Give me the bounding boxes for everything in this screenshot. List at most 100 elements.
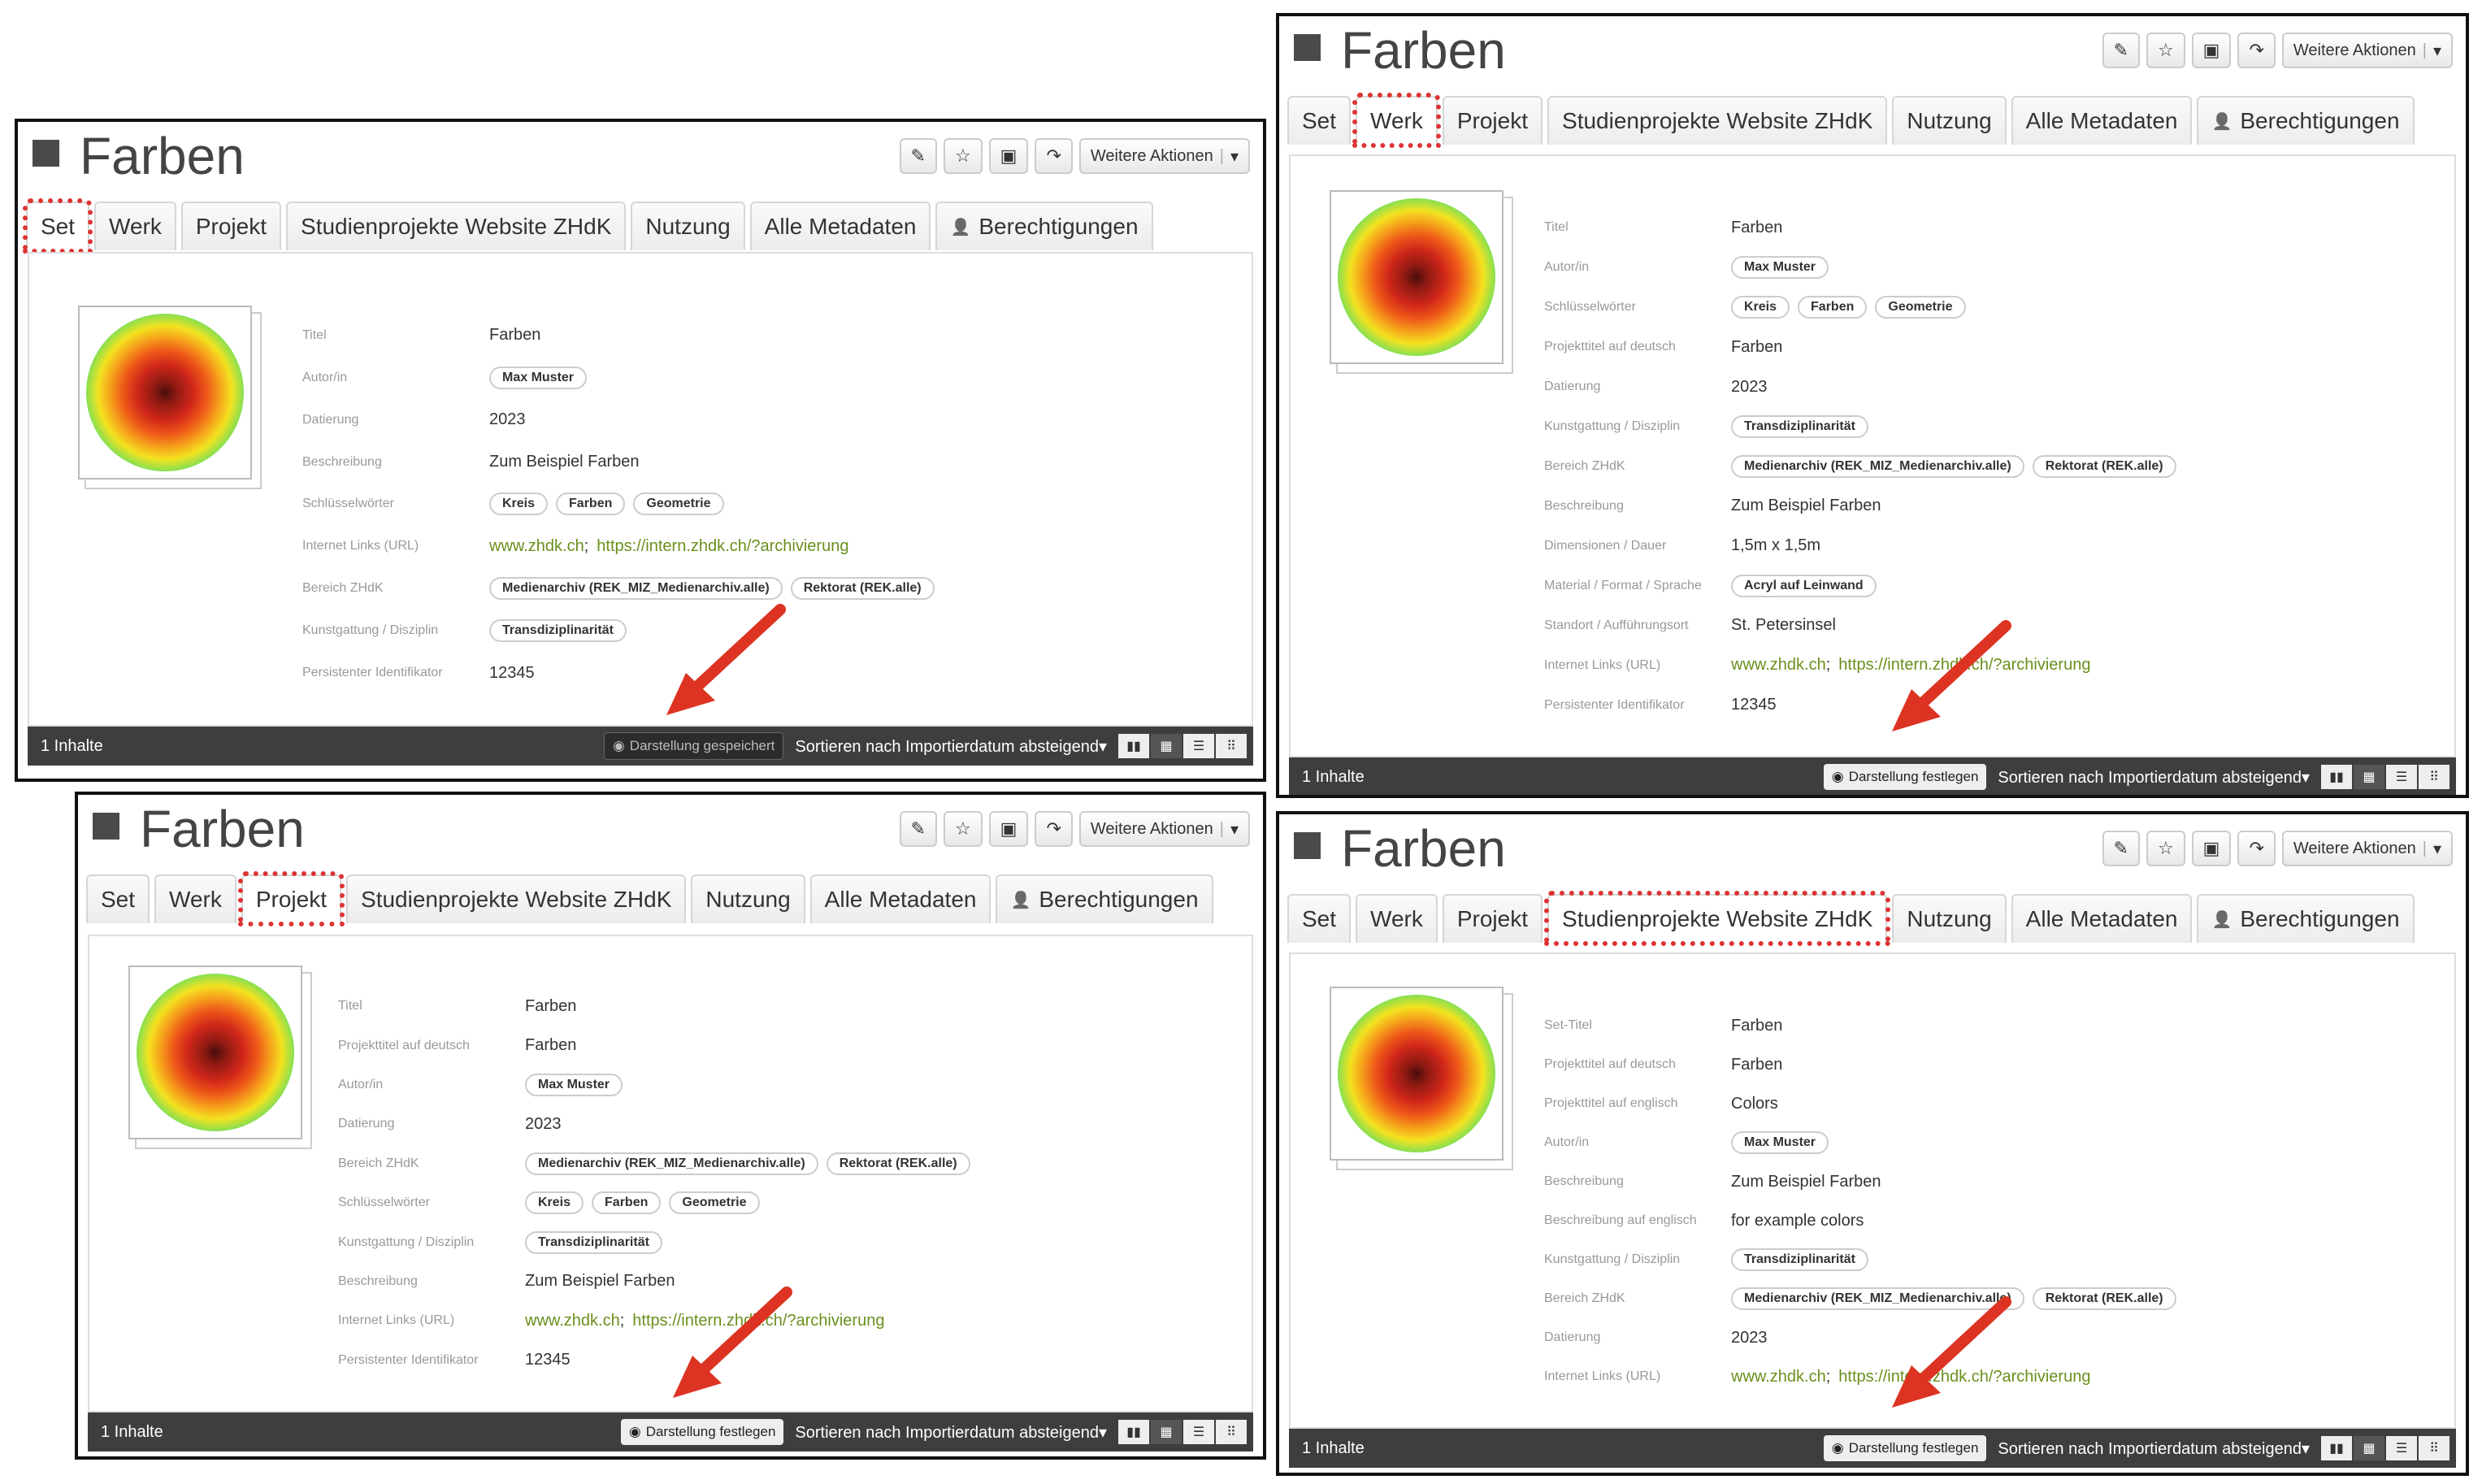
tag-pill[interactable]: Transdiziplinarität: [525, 1230, 662, 1254]
tag-pill[interactable]: Rektorat (REK.alle): [2032, 454, 2176, 478]
tab-projekt[interactable]: Projekt: [180, 202, 282, 250]
folder-button[interactable]: ▣: [2191, 831, 2232, 866]
tab-projekt[interactable]: Projekt: [237, 871, 345, 926]
list-view-button[interactable]: ☰: [2386, 1436, 2417, 1460]
more-actions-button[interactable]: Weitere Aktionen | ▾: [1078, 811, 1250, 847]
folder-button[interactable]: ▣: [988, 811, 1029, 847]
tab-werk[interactable]: Werk: [1352, 93, 1441, 148]
tag-pill[interactable]: Geometrie: [633, 492, 724, 516]
tag-pill[interactable]: Kreis: [1731, 296, 1790, 319]
set-thumbnail[interactable]: [128, 965, 312, 1149]
tag-pill[interactable]: Max Muster: [525, 1073, 623, 1096]
display-set-button[interactable]: ◉ Darstellung festlegen: [1823, 1435, 1987, 1461]
folder-button[interactable]: ▣: [988, 138, 1029, 174]
tag-pill[interactable]: Farben: [592, 1191, 662, 1215]
tab-studienprojekte[interactable]: Studienprojekte Website ZHdK: [1544, 891, 1891, 946]
more-actions-button[interactable]: Weitere Aktionen | ▾: [2281, 33, 2453, 68]
tag-pill[interactable]: Max Muster: [489, 366, 588, 389]
tag-pill[interactable]: Farben: [1798, 296, 1868, 319]
tab-projekt[interactable]: Projekt: [1442, 894, 1543, 943]
share-button[interactable]: ↷: [1035, 138, 1073, 174]
tag-pill[interactable]: Medienarchiv (REK_MIZ_Medienarchiv.alle): [489, 577, 783, 601]
tag-pill[interactable]: Transdiziplinarität: [1731, 1248, 1868, 1271]
meta-link[interactable]: www.zhdk.ch: [1731, 1368, 1826, 1386]
tiles-view-button[interactable]: ▮▮: [2321, 1436, 2352, 1460]
tiles-view-button[interactable]: ▮▮: [2321, 765, 2352, 789]
tab-berechtigungen[interactable]: 👤 Berechtigungen: [996, 874, 1213, 923]
tab-nutzung[interactable]: Nutzung: [1892, 894, 2007, 943]
tab-alle-metadaten[interactable]: Alle Metadaten: [2011, 96, 2193, 145]
display-saved-button[interactable]: ◉ Darstellung gespeichert: [603, 732, 784, 760]
tab-nutzung[interactable]: Nutzung: [1892, 96, 2007, 145]
list-view-button[interactable]: ☰: [2386, 765, 2417, 789]
star-button[interactable]: ☆: [2146, 831, 2185, 866]
display-set-button[interactable]: ◉ Darstellung festlegen: [1823, 764, 1987, 790]
tab-berechtigungen[interactable]: 👤 Berechtigungen: [2197, 894, 2415, 943]
meta-link[interactable]: www.zhdk.ch: [489, 537, 584, 556]
pencil-button[interactable]: ✎: [899, 811, 937, 847]
meta-link[interactable]: www.zhdk.ch: [1731, 656, 1826, 675]
miniature-view-button[interactable]: ⠿: [1216, 1420, 1247, 1444]
share-button[interactable]: ↷: [2237, 831, 2276, 866]
sort-dropdown[interactable]: Sortieren nach Importierdatum absteigend…: [795, 1422, 1107, 1443]
tag-pill[interactable]: Max Muster: [1731, 1131, 1829, 1154]
tag-pill[interactable]: Medienarchiv (REK_MIZ_Medienarchiv.alle): [1731, 454, 2024, 478]
tag-pill[interactable]: Transdiziplinarität: [1731, 415, 1868, 439]
tab-werk[interactable]: Werk: [94, 202, 176, 250]
share-button[interactable]: ↷: [2237, 33, 2276, 68]
tab-studienprojekte[interactable]: Studienprojekte Website ZHdK: [1547, 96, 1888, 145]
tag-pill[interactable]: Geometrie: [669, 1191, 760, 1215]
tag-pill[interactable]: Max Muster: [1731, 256, 1829, 280]
tag-pill[interactable]: Geometrie: [1875, 296, 1966, 319]
tag-pill[interactable]: Medienarchiv (REK_MIZ_Medienarchiv.alle): [525, 1152, 818, 1175]
tab-berechtigungen[interactable]: 👤 Berechtigungen: [935, 202, 1153, 250]
tag-pill[interactable]: Transdiziplinarität: [489, 619, 627, 643]
tab-nutzung[interactable]: Nutzung: [631, 202, 745, 250]
tab-alle-metadaten[interactable]: Alle Metadaten: [809, 874, 991, 923]
tag-pill[interactable]: Farben: [556, 492, 626, 516]
tab-set[interactable]: Set: [22, 198, 93, 254]
set-thumbnail[interactable]: [1330, 190, 1513, 374]
tab-set[interactable]: Set: [1287, 96, 1352, 145]
set-thumbnail[interactable]: [1330, 987, 1513, 1170]
meta-link[interactable]: www.zhdk.ch: [525, 1312, 620, 1330]
tiles-view-button[interactable]: ▮▮: [1118, 734, 1149, 758]
grid-view-button[interactable]: ▦: [2354, 1436, 2384, 1460]
tag-pill[interactable]: Rektorat (REK.alle): [2032, 1287, 2176, 1310]
share-button[interactable]: ↷: [1035, 811, 1073, 847]
list-view-button[interactable]: ☰: [1183, 734, 1214, 758]
grid-view-button[interactable]: ▦: [1151, 734, 1182, 758]
pencil-button[interactable]: ✎: [899, 138, 937, 174]
tag-pill[interactable]: Rektorat (REK.alle): [790, 577, 935, 601]
tag-pill[interactable]: Acryl auf Leinwand: [1731, 574, 1877, 597]
tab-berechtigungen[interactable]: 👤 Berechtigungen: [2197, 96, 2415, 145]
star-button[interactable]: ☆: [943, 811, 983, 847]
tab-set[interactable]: Set: [1287, 894, 1352, 943]
miniature-view-button[interactable]: ⠿: [2419, 765, 2449, 789]
tag-pill[interactable]: Kreis: [525, 1191, 584, 1215]
tab-werk[interactable]: Werk: [154, 874, 236, 923]
set-thumbnail[interactable]: [78, 306, 262, 489]
miniature-view-button[interactable]: ⠿: [1216, 734, 1247, 758]
miniature-view-button[interactable]: ⠿: [2419, 1436, 2449, 1460]
star-button[interactable]: ☆: [2146, 33, 2185, 68]
pencil-button[interactable]: ✎: [2102, 33, 2140, 68]
more-actions-button[interactable]: Weitere Aktionen | ▾: [1078, 138, 1250, 174]
sort-dropdown[interactable]: Sortieren nach Importierdatum absteigend…: [795, 736, 1107, 757]
more-actions-button[interactable]: Weitere Aktionen | ▾: [2281, 831, 2453, 866]
list-view-button[interactable]: ☰: [1183, 1420, 1214, 1444]
star-button[interactable]: ☆: [943, 138, 983, 174]
tab-werk[interactable]: Werk: [1356, 894, 1438, 943]
tab-studienprojekte[interactable]: Studienprojekte Website ZHdK: [346, 874, 687, 923]
tab-alle-metadaten[interactable]: Alle Metadaten: [2011, 894, 2193, 943]
tab-alle-metadaten[interactable]: Alle Metadaten: [749, 202, 931, 250]
sort-dropdown[interactable]: Sortieren nach Importierdatum absteigend…: [1998, 767, 2310, 788]
folder-button[interactable]: ▣: [2191, 33, 2232, 68]
pencil-button[interactable]: ✎: [2102, 831, 2140, 866]
grid-view-button[interactable]: ▦: [1151, 1420, 1182, 1444]
tab-nutzung[interactable]: Nutzung: [691, 874, 805, 923]
tiles-view-button[interactable]: ▮▮: [1118, 1420, 1149, 1444]
tag-pill[interactable]: Rektorat (REK.alle): [826, 1152, 970, 1175]
tab-set[interactable]: Set: [86, 874, 150, 923]
display-set-button[interactable]: ◉ Darstellung festlegen: [620, 1419, 784, 1445]
